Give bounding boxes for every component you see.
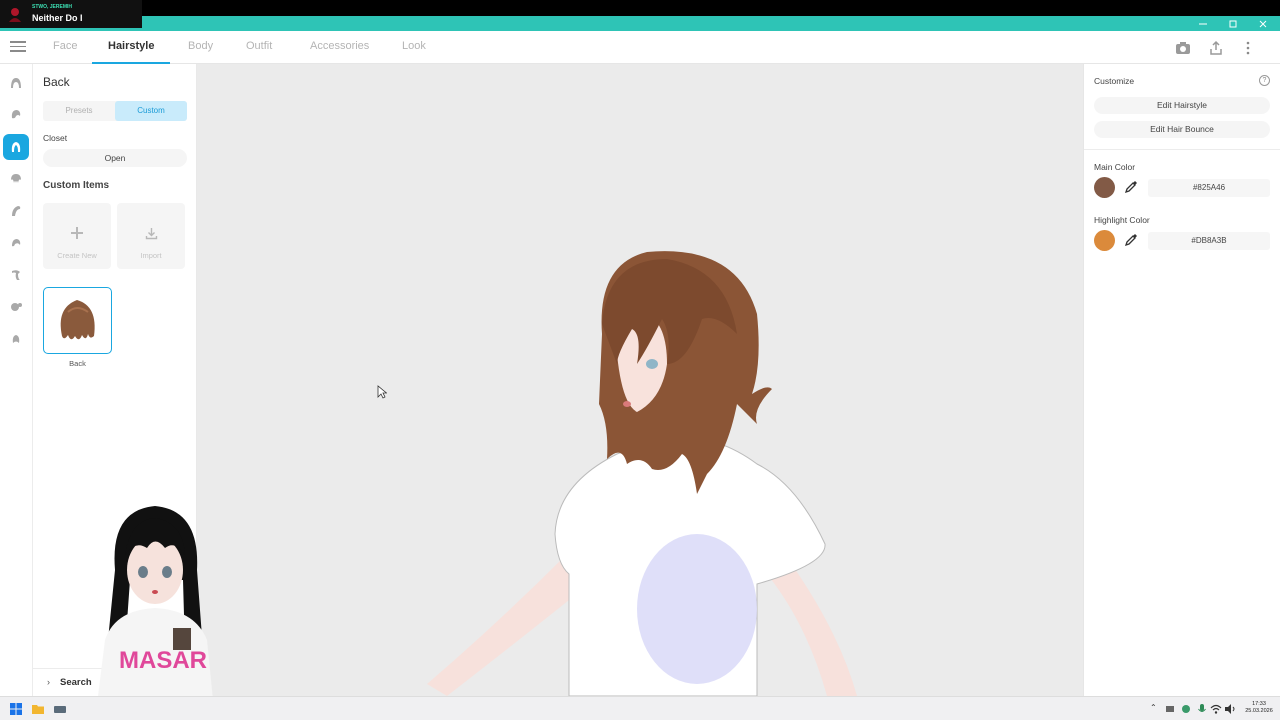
custom-tab[interactable]: Custom [115,101,187,121]
restore-icon[interactable] [1218,16,1248,31]
hair-extra-icon[interactable] [3,198,29,224]
closet-label: Closet [43,133,68,143]
category-rail [0,64,33,696]
clock-date: 25.03.2026 [1245,708,1273,714]
highlight-color-swatch[interactable] [1094,230,1115,251]
tab-look[interactable]: Look [402,31,426,64]
tray-app-icon[interactable] [1163,702,1177,716]
hair-accessory-icon[interactable] [3,326,29,352]
highlight-color-hex-input[interactable]: #DB8A3B [1148,232,1270,250]
taskbar-clock[interactable]: 17:33 25.03.2026 [1241,701,1277,715]
tab-face[interactable]: Face [53,31,77,64]
hair-tail-icon[interactable] [3,262,29,288]
title-bar [0,16,1280,31]
download-icon [117,227,185,244]
hair-item-label: Back [69,359,86,368]
now-playing-overlay: STWO, JEREMIH Neither Do I [0,0,142,28]
volume-icon[interactable] [1223,702,1237,716]
hair-item-card[interactable] [43,287,112,354]
mouse-cursor-icon [377,385,387,399]
import-button[interactable]: Import [117,203,185,269]
avatar-model [427,251,857,696]
preset-custom-toggle: Presets Custom [43,101,187,121]
app-icon[interactable] [53,702,67,716]
main-color-label: Main Color [1094,162,1136,172]
top-strip [0,0,1280,16]
chevron-right-icon: › [47,677,50,687]
hair-base-icon[interactable] [3,102,29,128]
customize-label: Customize [1094,76,1135,86]
tray-app-icon[interactable] [1179,702,1193,716]
taskbar: ⌃ 17:33 25.03.2026 [0,696,1280,720]
divider [1084,149,1280,150]
create-new-button[interactable]: Create New [43,203,111,269]
album-art-icon [2,1,28,27]
import-label: Import [140,251,162,260]
menu-icon[interactable] [10,41,26,53]
tab-outfit[interactable]: Outfit [246,31,272,64]
eyedropper-icon[interactable] [1124,180,1138,194]
hair-back-icon[interactable] [3,134,29,160]
chevron-up-icon[interactable]: ⌃ [1150,703,1157,712]
tab-accessories[interactable]: Accessories [310,31,369,64]
presets-tab[interactable]: Presets [43,101,115,121]
share-icon[interactable] [1208,40,1224,56]
camera-icon[interactable] [1175,40,1191,56]
create-new-label: Create New [57,251,97,260]
close-icon[interactable] [1248,16,1278,31]
microphone-icon[interactable] [1195,702,1209,716]
right-panel: Customize ? Edit Hairstyle Edit Hair Bou… [1083,64,1280,696]
plus-icon [43,227,111,243]
hair-side-icon[interactable] [3,166,29,192]
help-icon[interactable]: ? [1259,75,1270,86]
webcam-avatar-overlay: MASAR [85,500,230,720]
now-playing-title: Neither Do I [32,13,83,23]
clock-time: 17:33 [1252,701,1266,707]
highlight-color-label: Highlight Color [1094,215,1150,225]
hair-bun-icon[interactable] [3,294,29,320]
minimize-icon[interactable] [1188,16,1218,31]
back-button[interactable]: Back [43,75,70,89]
folder-icon[interactable] [31,702,45,716]
top-nav: Face Hairstyle Body Outfit Accessories L… [0,31,1280,64]
hair-ahoge-icon[interactable] [3,230,29,256]
tab-body[interactable]: Body [188,31,213,64]
hair-front-icon[interactable] [3,70,29,96]
screen: STWO, JEREMIH Neither Do I Face Hairstyl… [0,0,1280,720]
tab-hairstyle[interactable]: Hairstyle [92,31,171,64]
edit-hairstyle-button[interactable]: Edit Hairstyle [1094,97,1270,114]
edit-hair-bounce-button[interactable]: Edit Hair Bounce [1094,121,1270,138]
open-closet-button[interactable]: Open [43,149,187,167]
hair-thumbnail [60,300,95,340]
main-color-swatch[interactable] [1094,177,1115,198]
eyedropper-icon[interactable] [1124,233,1138,247]
windows-start-icon[interactable] [9,702,23,716]
wifi-icon[interactable] [1209,702,1223,716]
now-playing-artist: STWO, JEREMIH [32,4,73,10]
main-color-hex-input[interactable]: #825A46 [1148,179,1270,197]
avatar-viewport[interactable] [197,64,1083,696]
custom-items-label: Custom Items [43,180,110,191]
shirt-text: MASAR [119,647,207,674]
more-icon[interactable] [1240,40,1256,56]
